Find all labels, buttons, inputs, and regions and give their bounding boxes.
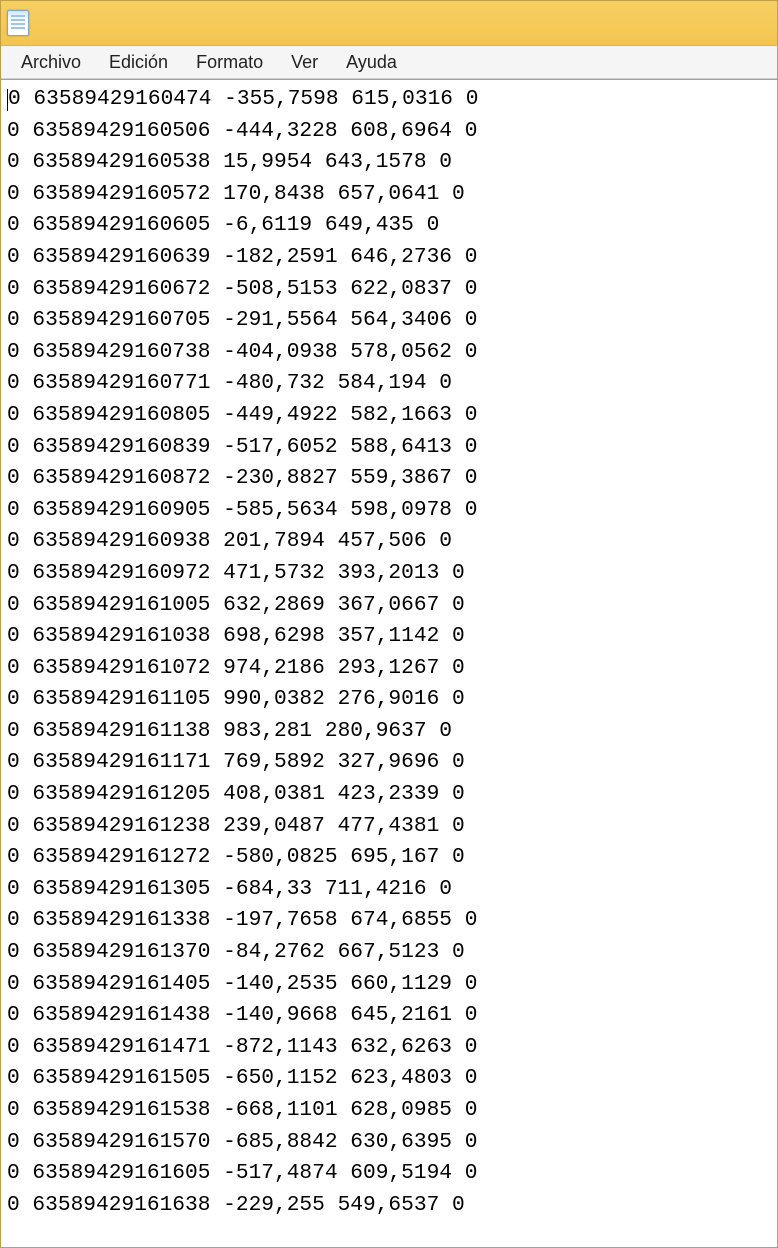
menu-formato[interactable]: Formato	[182, 48, 277, 77]
menu-ver[interactable]: Ver	[277, 48, 332, 77]
text-content-area[interactable]: 0 63589429160474 -355,7598 615,0316 0 0 …	[1, 79, 777, 1247]
notepad-icon	[7, 10, 29, 36]
titlebar[interactable]	[1, 1, 777, 46]
menubar: Archivo Edición Formato Ver Ayuda	[1, 46, 777, 79]
notepad-window: Archivo Edición Formato Ver Ayuda 0 6358…	[0, 0, 778, 1248]
text-cursor	[7, 89, 8, 111]
text-area[interactable]: 0 63589429160474 -355,7598 615,0316 0 0 …	[7, 84, 771, 1221]
menu-archivo[interactable]: Archivo	[7, 48, 95, 77]
menu-edicion[interactable]: Edición	[95, 48, 182, 77]
menu-ayuda[interactable]: Ayuda	[332, 48, 411, 77]
